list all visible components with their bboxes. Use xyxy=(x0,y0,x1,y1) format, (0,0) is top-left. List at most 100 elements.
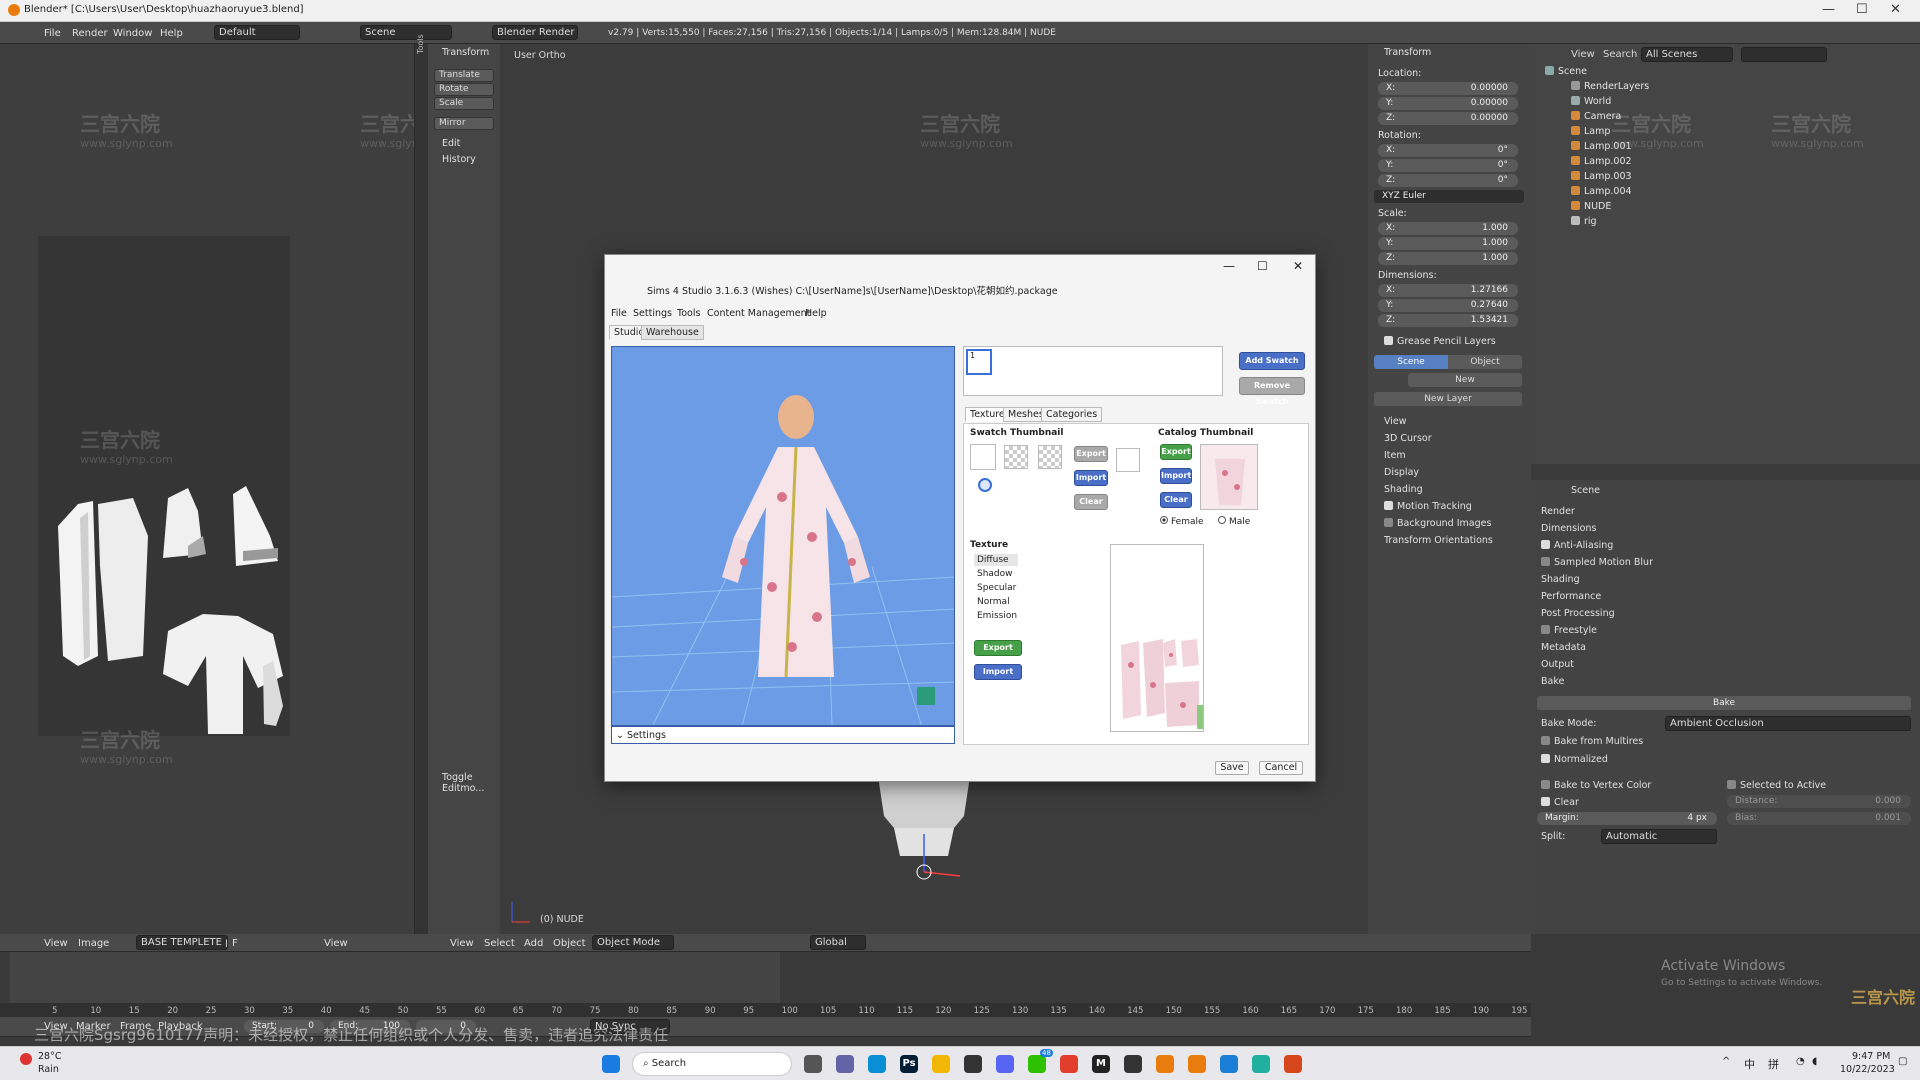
dialog-menu-tools[interactable]: Tools xyxy=(677,308,700,319)
sims-studio-icon-1[interactable] xyxy=(1220,1055,1238,1073)
rotation-y-field[interactable]: Y: 0° xyxy=(1378,159,1518,172)
scale-y-field[interactable]: Y: 1.000 xyxy=(1378,237,1518,250)
shading-panel[interactable]: Shading xyxy=(1541,574,1580,585)
wifi-icon[interactable]: ◔ xyxy=(1796,1056,1805,1067)
properties-tab-bar[interactable] xyxy=(1531,464,1920,480)
outliner-view-menu[interactable]: View xyxy=(1571,49,1595,60)
swatch-list[interactable]: 1 xyxy=(963,346,1223,396)
swatch-export-button[interactable]: Export xyxy=(1074,446,1108,462)
toggle-editmode-operator[interactable]: Toggle Editmo... xyxy=(442,772,500,794)
sims-studio-icon-2[interactable] xyxy=(1252,1055,1270,1073)
bake-mode-select[interactable]: Ambient Occlusion xyxy=(1665,716,1911,731)
texture-export-button[interactable]: Export xyxy=(974,640,1022,656)
rotation-x-field[interactable]: X: 0° xyxy=(1378,144,1518,157)
transform-section-title[interactable]: Transform xyxy=(442,47,489,58)
outliner-item-rig[interactable]: rig xyxy=(1571,216,1597,227)
texture-item-shadow[interactable]: Shadow xyxy=(974,568,1018,580)
texture-item-emission[interactable]: Emission xyxy=(974,610,1018,622)
catalog-import-button[interactable]: Import xyxy=(1160,468,1192,484)
grease-pencil-title[interactable]: Grease Pencil Layers xyxy=(1384,336,1496,347)
female-radio[interactable]: Female xyxy=(1160,516,1204,527)
view-section[interactable]: View xyxy=(1384,416,1407,427)
texture-item-normal[interactable]: Normal xyxy=(974,596,1018,608)
terminal-icon[interactable] xyxy=(1124,1055,1142,1073)
3d-add-menu[interactable]: Add xyxy=(524,938,543,949)
transform-orientations-section[interactable]: Transform Orientations xyxy=(1384,535,1493,546)
model-preview-panel[interactable] xyxy=(611,346,955,726)
volume-icon[interactable]: ◖ xyxy=(1812,1056,1817,1067)
cancel-button[interactable]: Cancel xyxy=(1259,761,1303,775)
gp-scene-toggle[interactable]: Scene xyxy=(1374,355,1448,369)
outliner-item-world[interactable]: World xyxy=(1571,96,1611,107)
ime-indicator[interactable]: 中 xyxy=(1744,1056,1755,1072)
layout-indicator[interactable]: 拼 xyxy=(1768,1056,1779,1072)
male-radio[interactable]: Male xyxy=(1218,516,1250,527)
menu-help[interactable]: Help xyxy=(160,28,183,39)
swatch-item-1[interactable]: 1 xyxy=(966,349,992,375)
edge-icon[interactable] xyxy=(868,1055,886,1073)
margin-field[interactable]: Margin: 4 px xyxy=(1537,812,1717,825)
history-section[interactable]: History xyxy=(442,154,476,165)
file-explorer-icon[interactable] xyxy=(932,1055,950,1073)
uv-view-select[interactable]: View xyxy=(324,938,348,949)
outliner-item-lamp-003[interactable]: Lamp.003 xyxy=(1571,171,1632,182)
uv-image-editor[interactable]: 三宫六院 www.sglynp.com 三宫六院 www.sglynp.com 三宫… xyxy=(0,44,453,934)
grease-pencil-checkbox[interactable] xyxy=(1384,336,1393,345)
dimensions-y-field[interactable]: Y: 0.27640 xyxy=(1378,299,1518,312)
outliner-item-lamp-002[interactable]: Lamp.002 xyxy=(1571,156,1632,167)
shading-section[interactable]: Shading xyxy=(1384,484,1423,495)
motion-tracking-section[interactable]: Motion Tracking xyxy=(1384,501,1472,512)
app-icon-1[interactable] xyxy=(964,1055,982,1073)
scale-z-field[interactable]: Z: 1.000 xyxy=(1378,252,1518,265)
dialog-minimize-icon[interactable]: — xyxy=(1223,259,1235,273)
clear-checkbox[interactable]: Clear xyxy=(1541,797,1579,808)
location-y-field[interactable]: Y: 0.00000 xyxy=(1378,97,1518,110)
save-button[interactable]: Save xyxy=(1215,761,1249,775)
swatch-clear-button[interactable]: Clear xyxy=(1074,494,1108,510)
performance-panel[interactable]: Performance xyxy=(1541,591,1601,602)
outliner-item-scene[interactable]: Scene xyxy=(1545,66,1587,77)
layout-selector[interactable]: Default xyxy=(214,25,300,40)
orientation-select[interactable]: Global xyxy=(810,935,866,950)
render-panel[interactable]: Render xyxy=(1541,506,1575,517)
notification-icon[interactable]: ▢ xyxy=(1898,1056,1907,1067)
maximize-icon[interactable]: ☐ xyxy=(1856,2,1868,17)
gp-object-toggle[interactable]: Object xyxy=(1448,355,1522,369)
task-view-icon[interactable] xyxy=(804,1055,822,1073)
dialog-maximize-icon[interactable]: ☐ xyxy=(1257,259,1268,273)
bake-button[interactable]: Bake xyxy=(1537,696,1911,710)
catalog-clear-button[interactable]: Clear xyxy=(1160,492,1192,508)
rotate-button[interactable]: Rotate xyxy=(434,83,494,96)
dimensions-panel[interactable]: Dimensions xyxy=(1541,523,1596,534)
menu-window[interactable]: Window xyxy=(113,28,152,39)
freestyle-panel[interactable]: Freestyle xyxy=(1541,625,1597,636)
taskbar-search-box[interactable]: ⌕ Search xyxy=(632,1052,792,1076)
texture-import-button[interactable]: Import xyxy=(974,664,1022,680)
blender-icon-2[interactable] xyxy=(1188,1055,1206,1073)
toolshelf-tabs[interactable]: Tools xyxy=(414,34,428,934)
close-icon[interactable]: ✕ xyxy=(1890,2,1901,17)
subtab-categories[interactable]: Categories xyxy=(1041,407,1103,422)
clock-date[interactable]: 10/22/2023 xyxy=(1840,1064,1895,1075)
split-select[interactable]: Automatic xyxy=(1601,829,1717,844)
distance-field[interactable]: Distance: 0.000 xyxy=(1727,795,1911,808)
rotation-mode-select[interactable]: XYZ Euler xyxy=(1374,190,1524,203)
mirror-button[interactable]: Mirror xyxy=(434,117,494,130)
display-section[interactable]: Display xyxy=(1384,467,1419,478)
menu-render[interactable]: Render xyxy=(72,28,108,39)
timeline-ruler[interactable]: 5 10 15 20 25 30 35 40 45 50 55 60 65 70 75 80 85 90 95 100… xyxy=(0,1003,1531,1017)
app-icon-2[interactable] xyxy=(1284,1055,1302,1073)
item-section[interactable]: Item xyxy=(1384,450,1406,461)
outliner-item-lamp[interactable]: Lamp xyxy=(1571,126,1610,137)
tray-chevron-icon[interactable]: ^ xyxy=(1722,1056,1730,1067)
remove-swatch-button[interactable]: Remove Swatch xyxy=(1239,377,1305,406)
3d-cursor-section[interactable]: 3D Cursor xyxy=(1384,433,1432,444)
settings-expander[interactable]: ⌄ Settings xyxy=(611,726,955,744)
dialog-menu-help[interactable]: Help xyxy=(805,308,827,319)
uv-view-menu[interactable]: View xyxy=(44,938,68,949)
bake-to-vertex-checkbox[interactable]: Bake to Vertex Color xyxy=(1541,780,1651,791)
dialog-menu-content[interactable]: Content Management xyxy=(707,308,810,319)
menu-file[interactable]: File xyxy=(44,28,61,39)
mode-select[interactable]: Object Mode xyxy=(592,935,674,950)
app-m-icon[interactable]: M xyxy=(1092,1055,1110,1073)
